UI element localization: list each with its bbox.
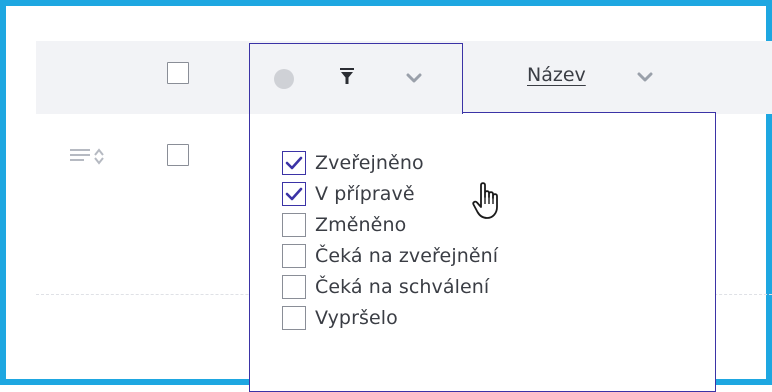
status-filter-header[interactable] (249, 43, 463, 114)
option-label: V přípravě (315, 182, 415, 205)
option-checkbox[interactable] (282, 181, 306, 206)
name-column-header[interactable]: Název (527, 64, 586, 86)
hand-pointer-cursor-icon (472, 182, 498, 219)
filter-option-published[interactable]: Zveřejněno (282, 147, 498, 178)
select-all-checkbox[interactable] (167, 62, 189, 84)
status-filter-dropdown: Zveřejněno V přípravě Změněno Čeká na zv… (249, 112, 716, 392)
drag-sort-icon[interactable] (70, 145, 108, 167)
option-checkbox[interactable] (282, 305, 306, 330)
filter-option-awaiting-approval[interactable]: Čeká na schválení (282, 271, 498, 302)
name-column-chevron-down-icon[interactable] (637, 71, 653, 83)
option-label: Vypršelo (315, 306, 398, 329)
option-checkbox[interactable] (282, 150, 306, 175)
option-label: Změněno (315, 213, 407, 236)
option-label: Zveřejněno (315, 151, 424, 174)
filter-option-awaiting-publication[interactable]: Čeká na zveřejnění (282, 240, 498, 271)
chevron-down-icon[interactable] (406, 72, 422, 84)
filter-option-changed[interactable]: Změněno (282, 209, 498, 240)
option-checkbox[interactable] (282, 212, 306, 237)
status-filter-options: Zveřejněno V přípravě Změněno Čeká na zv… (282, 147, 498, 333)
status-dot-icon (274, 69, 294, 89)
checkmark-icon (285, 156, 303, 169)
option-checkbox[interactable] (282, 243, 306, 268)
row-checkbox[interactable] (167, 144, 189, 166)
filter-option-expired[interactable]: Vypršelo (282, 302, 498, 333)
filter-icon[interactable] (340, 68, 354, 86)
checkmark-icon (285, 187, 303, 200)
option-checkbox[interactable] (282, 274, 306, 299)
option-label: Čeká na zveřejnění (315, 244, 499, 267)
option-label: Čeká na schválení (315, 275, 490, 298)
filter-option-in-preparation[interactable]: V přípravě (282, 178, 498, 209)
